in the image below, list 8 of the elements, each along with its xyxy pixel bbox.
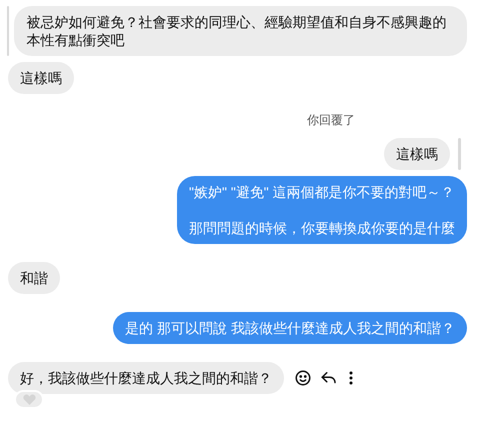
message-bubble: 這樣嗎 xyxy=(8,62,74,94)
message-bubble: "嫉妒" "避免" 這兩個都是你不要的對吧～？ 那問問題的時候，你要轉換成你要的是什麼 xyxy=(177,176,467,244)
message-bubble: 和諧 xyxy=(8,262,60,294)
quoted-message: 被忌妒如何避免？社會要求的同理心、經驗期望值和自身不感興趣的本性有點衝突吧 xyxy=(14,6,467,56)
reply-label: 你回覆了 xyxy=(307,112,355,129)
emoji-icon[interactable] xyxy=(294,369,312,387)
message-bubble: 是的 那可以問說 我該做些什麼達成人我之間的和諧？ xyxy=(113,312,467,344)
quoted-message: 這樣嗎 xyxy=(384,138,450,170)
